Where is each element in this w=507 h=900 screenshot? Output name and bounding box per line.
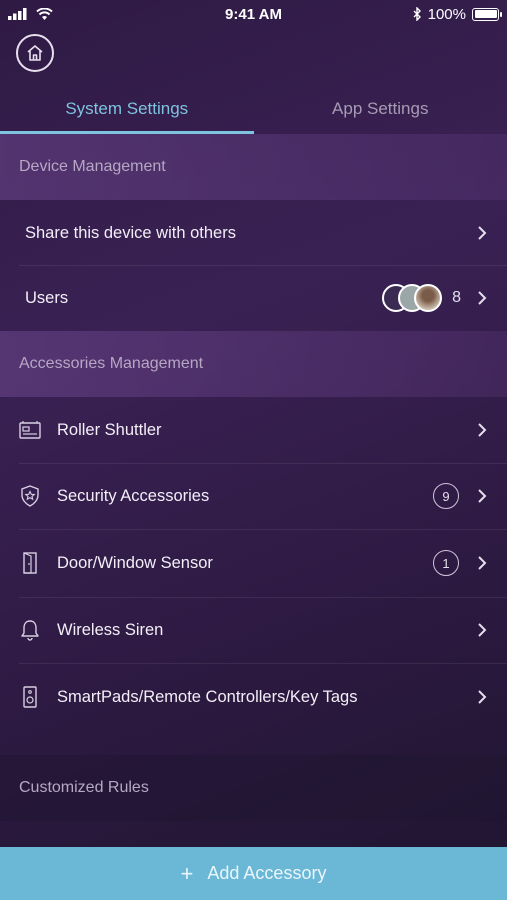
section-header-device-management: Device Management <box>0 134 507 200</box>
shield-star-icon <box>19 485 41 507</box>
chevron-right-icon <box>475 291 489 305</box>
battery-icon <box>472 7 502 21</box>
chevron-right-icon <box>475 423 489 437</box>
signal-icon <box>8 8 27 20</box>
chevron-right-icon <box>475 489 489 503</box>
chevron-right-icon <box>475 690 489 704</box>
door-icon <box>19 552 41 574</box>
security-count-badge: 9 <box>433 483 459 509</box>
chevron-right-icon <box>475 226 489 240</box>
roller-shutter-icon <box>19 419 41 441</box>
wireless-siren-row[interactable]: Wireless Siren <box>0 597 507 663</box>
tab-app-settings[interactable]: App Settings <box>254 84 507 134</box>
home-icon <box>27 45 43 61</box>
share-device-label: Share this device with others <box>25 223 236 242</box>
home-button[interactable] <box>16 34 54 72</box>
plus-icon: + <box>180 860 194 886</box>
section-header-accessories-management: Accessories Management <box>0 331 507 397</box>
wireless-siren-label: Wireless Siren <box>57 620 164 639</box>
roller-shutter-row[interactable]: Roller Shuttler <box>0 397 507 463</box>
users-label: Users <box>25 288 69 307</box>
tab-bar: System Settings App Settings <box>0 84 507 134</box>
bluetooth-icon <box>413 7 421 21</box>
chevron-right-icon <box>475 556 489 570</box>
status-left <box>8 8 53 20</box>
door-window-sensor-row[interactable]: Door/Window Sensor 1 <box>0 530 507 596</box>
share-device-row[interactable]: Share this device with others <box>0 200 507 266</box>
smartpads-label: SmartPads/Remote Controllers/Key Tags <box>57 687 358 706</box>
door-sensor-count-badge: 1 <box>433 550 459 576</box>
wifi-icon <box>36 8 53 20</box>
smartpads-row[interactable]: SmartPads/Remote Controllers/Key Tags <box>0 664 507 730</box>
user-count: 8 <box>452 289 461 306</box>
section-header-customized-rules: Customized Rules <box>0 755 507 821</box>
security-accessories-row[interactable]: Security Accessories 9 <box>0 463 507 529</box>
user-avatars <box>382 284 443 312</box>
roller-shutter-label: Roller Shuttler <box>57 420 162 439</box>
add-accessory-button[interactable]: + Add Accessory <box>0 847 507 900</box>
avatar <box>414 284 443 312</box>
add-accessory-label: Add Accessory <box>207 863 327 883</box>
status-bar: 9:41 AM 100% <box>0 0 507 28</box>
users-row[interactable]: Users 8 <box>0 265 507 331</box>
bell-icon <box>19 619 41 641</box>
tab-system-settings[interactable]: System Settings <box>0 84 254 134</box>
status-right: 100% <box>413 5 502 23</box>
remote-icon <box>19 686 41 708</box>
battery-percent: 100% <box>427 5 466 23</box>
security-accessories-label: Security Accessories <box>57 486 210 505</box>
chevron-right-icon <box>475 623 489 637</box>
door-window-sensor-label: Door/Window Sensor <box>57 553 213 572</box>
